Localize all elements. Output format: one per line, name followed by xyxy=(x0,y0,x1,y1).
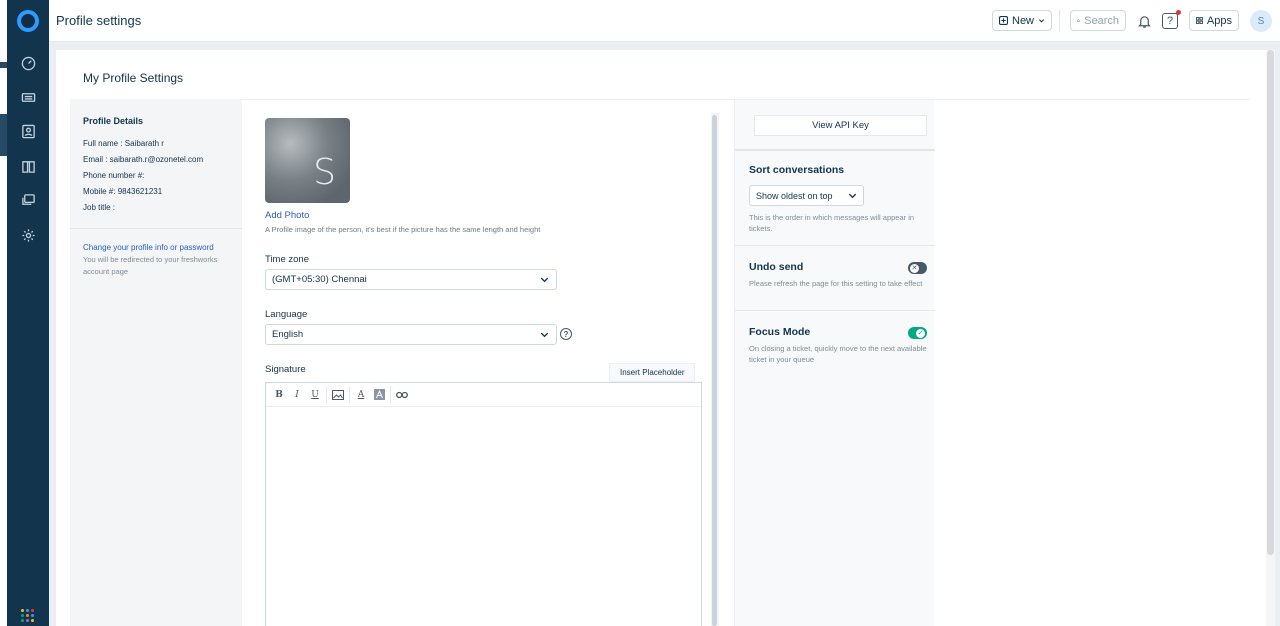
freshdesk-logo[interactable] xyxy=(17,10,39,32)
search-placeholder: Search xyxy=(1084,14,1119,27)
tickets-icon[interactable] xyxy=(20,89,36,105)
profile-details-panel: Profile Details Full name : Saibarath r … xyxy=(70,99,242,626)
underline-button[interactable]: U xyxy=(306,387,324,403)
focus-mode-heading: Focus Mode xyxy=(749,326,811,338)
bold-button[interactable]: B xyxy=(270,387,288,403)
page-title: My Profile Settings xyxy=(83,71,184,85)
timezone-select[interactable]: (GMT+05:30) Chennai xyxy=(265,269,557,290)
editor-toolbar: B I U A xyxy=(266,383,701,407)
search-icon xyxy=(1077,19,1081,22)
check-icon: ✓ xyxy=(916,328,925,338)
monitor-icon[interactable] xyxy=(20,192,36,208)
language-help-icon[interactable]: ? xyxy=(560,328,572,340)
undo-send-note: Please refresh the page for this setting… xyxy=(749,279,923,288)
job-title-row: Job title : xyxy=(83,203,116,212)
focus-mode-note: On closing a ticket, quickly move to the… xyxy=(749,344,927,364)
change-profile-note: You will be redirected to your freshwork… xyxy=(83,255,218,276)
user-avatar[interactable]: S xyxy=(1250,10,1272,32)
settings-card: My Profile Settings Profile Details Full… xyxy=(56,50,1266,626)
undo-send-heading: Undo send xyxy=(749,261,804,273)
chevron-down-icon xyxy=(1038,19,1045,23)
apps-button-label: Apps xyxy=(1206,14,1232,27)
sort-conversations-heading: Sort conversations xyxy=(749,164,845,176)
mobile-row: Mobile #: 9843621231 xyxy=(83,187,163,196)
sort-order-select[interactable]: Show oldest on top xyxy=(749,185,864,206)
background-window-edge xyxy=(0,0,7,626)
title-divider xyxy=(70,99,1250,100)
timezone-value: (GMT+05:30) Chennai xyxy=(272,274,367,285)
signature-editor[interactable]: B I U A xyxy=(265,382,702,626)
email-row: Email : saibarath.r@ozonetel.com xyxy=(83,155,204,164)
signature-label: Signature xyxy=(265,364,306,375)
insert-link-icon[interactable] xyxy=(393,387,411,403)
profile-details-heading: Profile Details xyxy=(83,116,144,126)
preferences-divider xyxy=(735,149,935,151)
highlight-color-icon[interactable] xyxy=(370,387,388,403)
notifications-bell-icon[interactable] xyxy=(1135,12,1153,30)
profile-photo[interactable]: S xyxy=(265,118,350,203)
photo-hint: A Profile image of the person, it's best… xyxy=(265,225,541,234)
undo-send-toggle[interactable]: ✕ xyxy=(908,262,927,274)
page-scrollbar[interactable] xyxy=(1266,50,1275,626)
timezone-label: Time zone xyxy=(265,254,309,265)
admin-gear-icon[interactable] xyxy=(20,227,36,243)
italic-button[interactable]: I xyxy=(288,387,306,403)
apps-button[interactable]: Apps xyxy=(1189,10,1239,31)
language-label: Language xyxy=(265,309,308,320)
insert-image-icon[interactable] xyxy=(329,387,347,403)
header-divider xyxy=(1059,10,1060,32)
preferences-divider xyxy=(735,245,935,246)
chevron-down-icon xyxy=(540,277,549,283)
solutions-icon[interactable] xyxy=(20,158,36,174)
contacts-icon[interactable] xyxy=(20,123,36,139)
top-header: Profile settings New Search ? Apps S xyxy=(49,0,1280,42)
toolbar-separator xyxy=(349,386,350,403)
profile-panel-divider xyxy=(70,228,242,229)
chevron-down-icon xyxy=(848,193,857,199)
photo-initial: S xyxy=(313,152,336,193)
plus-square-icon xyxy=(999,16,1008,25)
preferences-panel: View API Key Sort conversations Show old… xyxy=(734,100,935,626)
chevron-down-icon xyxy=(540,332,549,338)
left-sidebar xyxy=(7,0,49,626)
help-icon[interactable]: ? xyxy=(1161,10,1181,30)
help-label: ? xyxy=(1162,13,1178,29)
search-button[interactable]: Search xyxy=(1070,10,1126,31)
language-select[interactable]: English xyxy=(265,324,557,345)
help-notification-dot xyxy=(1176,10,1181,15)
x-icon: ✕ xyxy=(910,263,919,273)
full-name-row: Full name : Saibarath r xyxy=(83,139,164,148)
toolbar-separator xyxy=(326,386,327,403)
page-header-title: Profile settings xyxy=(56,13,142,28)
phone-row: Phone number #: xyxy=(83,171,145,180)
form-scrollbar[interactable] xyxy=(711,113,719,626)
new-button-label: New xyxy=(1012,14,1035,27)
dashboard-icon[interactable] xyxy=(20,55,36,71)
apps-grid-icon[interactable] xyxy=(21,609,34,622)
sort-order-value: Show oldest on top xyxy=(756,190,833,201)
view-api-key-button[interactable]: View API Key xyxy=(754,115,927,136)
add-photo-link[interactable]: Add Photo xyxy=(265,210,309,221)
language-value: English xyxy=(272,329,304,340)
font-color-button[interactable]: A xyxy=(352,387,370,403)
toolbar-separator xyxy=(390,386,391,403)
change-profile-link[interactable]: Change your profile info or password xyxy=(83,243,214,252)
sort-order-note: This is the order in which messages will… xyxy=(749,213,915,233)
apps-icon xyxy=(1196,17,1203,24)
new-button[interactable]: New xyxy=(992,10,1053,31)
insert-placeholder-button[interactable]: Insert Placeholder xyxy=(609,363,696,382)
focus-mode-toggle[interactable]: ✓ xyxy=(908,327,927,339)
preferences-divider xyxy=(735,310,935,311)
